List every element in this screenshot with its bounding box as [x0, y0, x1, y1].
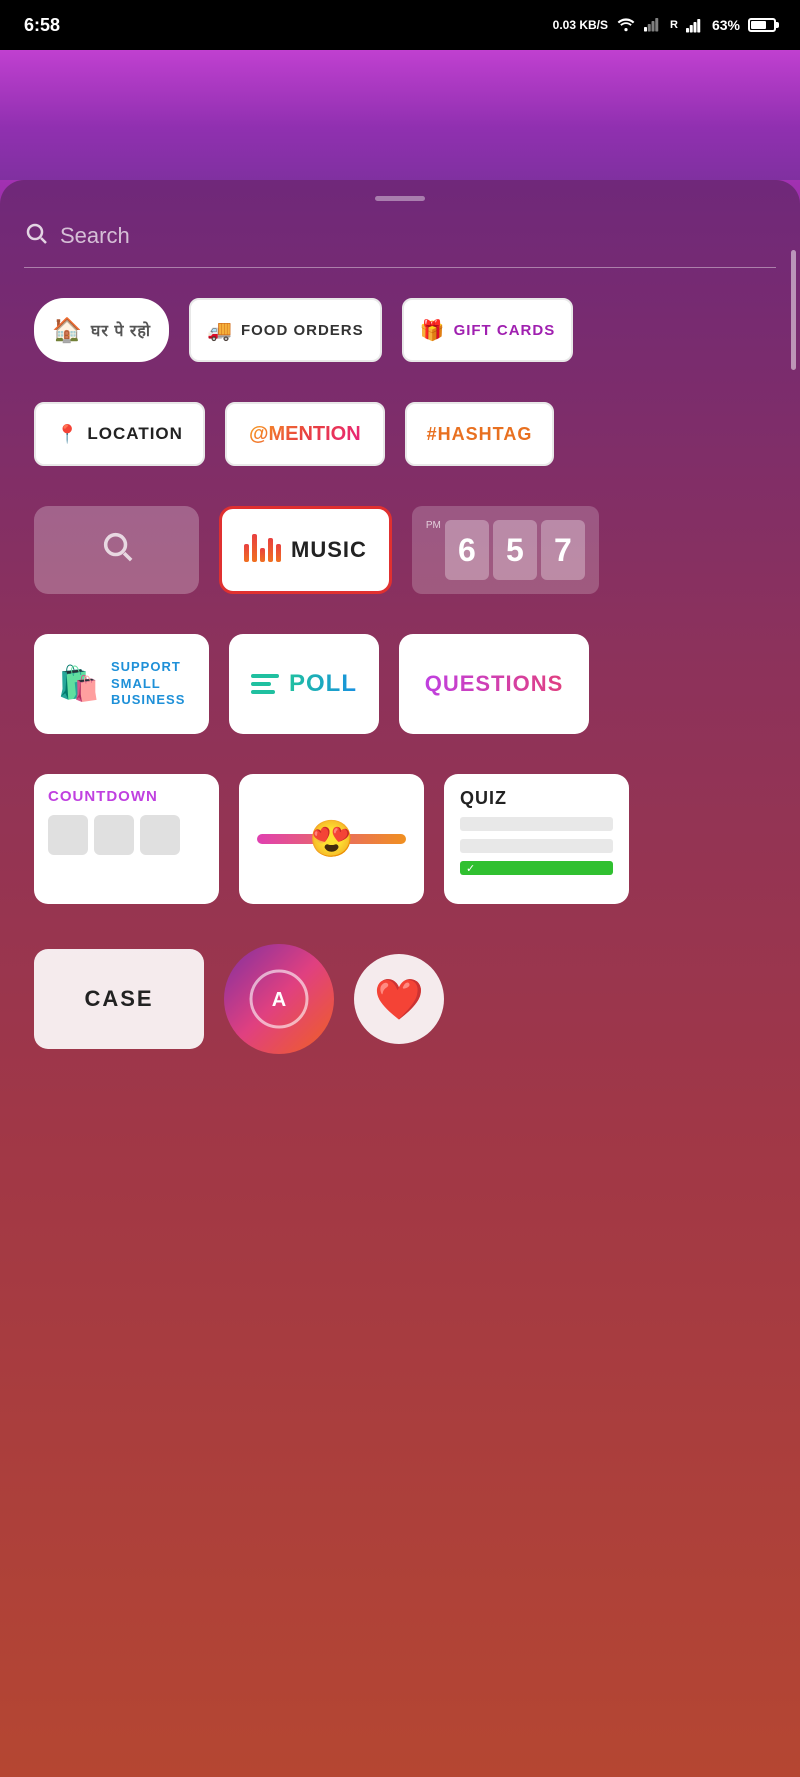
quiz-option-correct: ✓: [460, 861, 613, 875]
countdown-tile-2: [94, 815, 134, 855]
ghar-label: घर पे रहो: [91, 319, 151, 341]
location-icon: 📍: [56, 424, 79, 445]
poll-icon: [251, 674, 279, 694]
countdown-tile-3: [140, 815, 180, 855]
main-content: Search 🏠 घर पे रहो 🚚 FOOD ORDERS 🎁: [0, 50, 800, 1777]
sticker-questions[interactable]: QUESTIONS: [399, 634, 589, 734]
sticker-location[interactable]: 📍 LOCATION: [34, 402, 205, 466]
food-icon: 🚚: [207, 318, 233, 343]
signal-icon: [644, 16, 662, 35]
location-label: LOCATION: [87, 424, 183, 444]
sticker-countdown[interactable]: COUNTDOWN: [34, 774, 219, 904]
food-label: FOOD ORDERS: [241, 322, 364, 339]
sticker-row-5: COUNTDOWN 😍 QUIZ: [24, 774, 776, 904]
status-bar: 6:58 0.03 KB/S R 63%: [0, 0, 800, 50]
time-min1: 5: [493, 520, 537, 580]
sticker-case[interactable]: CASE: [34, 949, 204, 1049]
sticker-emoji-slider[interactable]: 😍: [239, 774, 424, 904]
heart-icon: ❤️: [374, 976, 424, 1023]
sticker-row-2: 📍 LOCATION @MENTION #HASHTAG: [24, 402, 776, 466]
countdown-tiles: [48, 815, 180, 855]
search-icon: [24, 221, 48, 251]
top-background: [0, 50, 800, 180]
sticker-grid: 🏠 घर पे रहो 🚚 FOOD ORDERS 🎁 GIFT CARDS: [24, 298, 776, 1074]
poll-label: POLL: [289, 670, 357, 698]
sticker-food-orders[interactable]: 🚚 FOOD ORDERS: [189, 298, 382, 362]
status-icons: 0.03 KB/S R 63%: [553, 16, 776, 35]
sticker-row-6: CASE A ❤️: [24, 944, 776, 1074]
time-display: 6:58: [24, 15, 60, 36]
sticker-picker-sheet: Search 🏠 घर पे रहो 🚚 FOOD ORDERS 🎁: [0, 180, 800, 1777]
signal2-icon: [686, 17, 704, 33]
sticker-poll[interactable]: POLL: [229, 634, 379, 734]
time-pm: PM: [426, 520, 441, 531]
gift-icon: 🎁: [420, 318, 446, 343]
ssb-icon: 🛍️: [58, 664, 101, 704]
ssb-label: SUPPORTSMALLBUSINESS: [111, 659, 185, 710]
search-placeholder: Search: [60, 223, 130, 249]
music-bars-icon: [244, 538, 281, 562]
time-hour: 6: [445, 520, 489, 580]
sticker-circle[interactable]: A: [224, 944, 334, 1054]
network-speed: 0.03 KB/S: [553, 18, 608, 32]
music-label: MUSIC: [291, 537, 367, 563]
battery-icon: [748, 18, 776, 32]
sticker-music[interactable]: MUSIC: [219, 506, 392, 594]
search-bar[interactable]: Search: [24, 221, 776, 268]
sticker-row-4: 🛍️ SUPPORTSMALLBUSINESS POLL QUESTIONS: [24, 634, 776, 734]
quiz-option-2: [460, 839, 613, 853]
questions-label: QUESTIONS: [425, 671, 564, 697]
sticker-time[interactable]: PM 6 5 7: [412, 506, 599, 594]
ghar-icon: 🏠: [52, 316, 83, 345]
sticker-quiz[interactable]: QUIZ ✓: [444, 774, 629, 904]
sticker-support-small-business[interactable]: 🛍️ SUPPORTSMALLBUSINESS: [34, 634, 209, 734]
case-label: CASE: [84, 986, 153, 1012]
sticker-hashtag[interactable]: #HASHTAG: [405, 402, 555, 466]
mention-label: @MENTION: [249, 423, 361, 446]
sticker-row-3: MUSIC PM 6 5 7: [24, 506, 776, 594]
sheet-handle: [375, 196, 425, 201]
gift-label: GIFT CARDS: [454, 322, 556, 339]
sticker-ghar-pe-raho[interactable]: 🏠 घर पे रहो: [34, 298, 169, 362]
sticker-search[interactable]: [34, 506, 199, 594]
sticker-heart[interactable]: ❤️: [354, 954, 444, 1044]
svg-text:A: A: [272, 989, 286, 1011]
search-sticker-icon: [100, 529, 134, 571]
battery-percent: 63%: [712, 17, 740, 33]
quiz-label: QUIZ: [460, 788, 613, 809]
wifi-icon: [616, 16, 636, 35]
check-icon: ✓: [466, 862, 475, 875]
hashtag-label: #HASHTAG: [427, 424, 533, 445]
quiz-option-1: [460, 817, 613, 831]
slider-emoji: 😍: [309, 818, 354, 860]
sticker-row-1: 🏠 घर पे रहो 🚚 FOOD ORDERS 🎁 GIFT CARDS: [24, 298, 776, 362]
countdown-tile-1: [48, 815, 88, 855]
sticker-mention[interactable]: @MENTION: [225, 402, 385, 466]
circle-inner-icon: A: [249, 969, 309, 1029]
signal-r-icon: R: [670, 19, 678, 31]
countdown-label: COUNTDOWN: [48, 788, 158, 805]
scroll-indicator[interactable]: [791, 250, 796, 370]
sticker-gift-cards[interactable]: 🎁 GIFT CARDS: [402, 298, 574, 362]
time-min2: 7: [541, 520, 585, 580]
